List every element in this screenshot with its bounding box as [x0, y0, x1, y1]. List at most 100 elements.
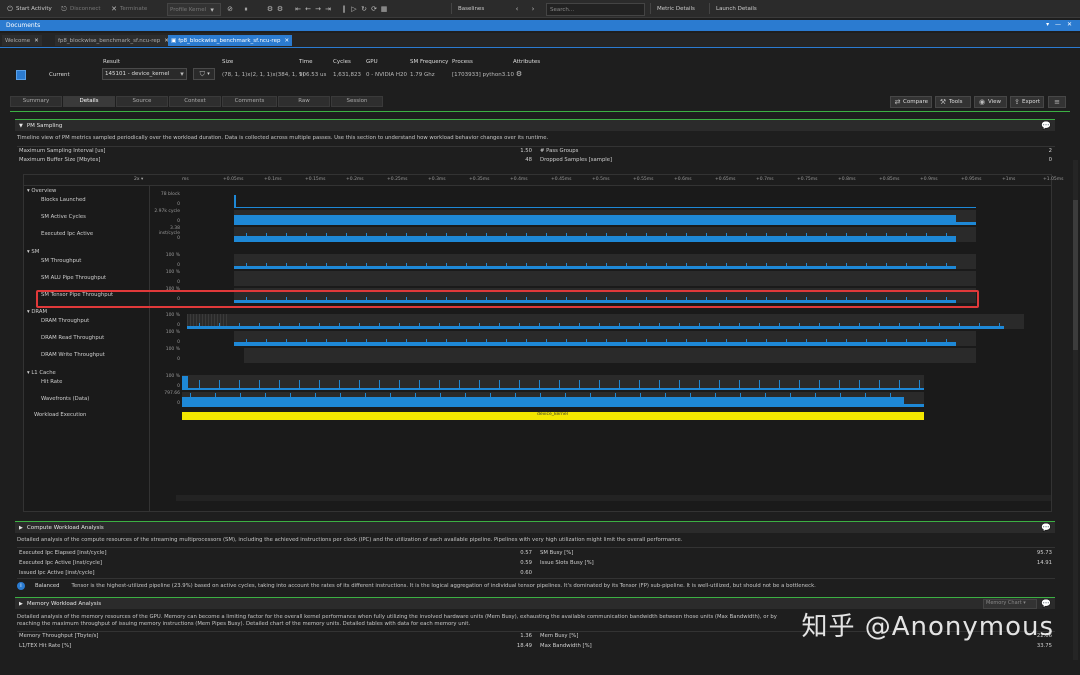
close-icon[interactable]: ✕	[34, 38, 39, 44]
pm-sampling-header[interactable]: ▼ PM Sampling 💬	[15, 119, 1055, 131]
tab-welcome[interactable]: Welcome ✕	[2, 35, 42, 46]
minimize-icon[interactable]: —	[1055, 21, 1061, 28]
timeline-spike	[746, 233, 747, 236]
timeline-spike	[390, 393, 391, 407]
timeline-spike	[859, 323, 860, 326]
timeline-tick: +1ms	[1002, 177, 1016, 182]
tools-button[interactable]: ⚒ Tools	[935, 96, 971, 108]
hamburger-menu-button[interactable]: ≡	[1048, 96, 1066, 108]
prev-icon[interactable]: ←	[304, 5, 312, 13]
view-button[interactable]: ◉ View	[974, 96, 1007, 108]
timeline-spike	[459, 380, 460, 390]
tab-comments[interactable]: Comments	[222, 96, 277, 107]
first-icon[interactable]: ⇤	[294, 5, 302, 13]
filter-button[interactable]: ⛉ ▾	[193, 68, 215, 80]
tab-summary[interactable]: Summary	[10, 96, 62, 107]
time-value: 906.53 us	[299, 72, 327, 78]
step-icon[interactable]: ⚙	[266, 5, 274, 13]
zoom-level[interactable]: 2x ▾	[134, 177, 143, 182]
timeline-spike	[566, 233, 567, 236]
timeline-spike	[215, 393, 216, 407]
pause-icon[interactable]: ⏸	[242, 5, 250, 13]
timeline-spike	[499, 380, 500, 390]
timeline-spike	[319, 380, 320, 390]
timeline-row-workload: Workload Execution	[34, 412, 87, 418]
timeline-spike	[739, 323, 740, 326]
timeline-spike	[619, 323, 620, 326]
export-button[interactable]: ⇪ Export	[1010, 96, 1044, 108]
comment-icon[interactable]: 💬	[1041, 523, 1051, 532]
timeline-spike	[546, 339, 547, 342]
process-label: Process	[452, 59, 473, 65]
timeline-tick: +0.65ms	[715, 177, 736, 182]
close-icon[interactable]: ✕	[284, 38, 289, 44]
refresh-icon[interactable]: ⟳	[370, 5, 378, 13]
timeline-spike	[506, 233, 507, 236]
workload-execution-bar[interactable]: device_kernel	[182, 412, 924, 420]
timeline-tick: +0.8ms	[838, 177, 856, 182]
profile-kernel-dropdown[interactable]: Profile Kernel ▾	[167, 3, 221, 16]
tab-context[interactable]: Context	[169, 96, 221, 107]
timeline-spike	[506, 339, 507, 342]
timeline-spike	[366, 339, 367, 342]
result-select[interactable]: 145101 - device_kernel ▾	[102, 68, 187, 80]
timeline-horizontal-scrollbar[interactable]	[176, 495, 1051, 501]
disconnect-button[interactable]: ⎋ Disconnect	[60, 3, 100, 14]
timeline-spike	[426, 233, 427, 236]
tab-raw[interactable]: Raw	[278, 96, 330, 107]
grid-icon[interactable]: ▦	[380, 5, 388, 13]
timeline-ruler[interactable]: 2x ▾ ms +0.05ms +0.1ms +0.15ms +0.2ms +0.25ms…	[24, 175, 1064, 186]
timeline-spike	[286, 263, 287, 266]
timeline-row-min: 0	[177, 236, 180, 241]
terminate-button[interactable]: ✕ Terminate	[110, 3, 147, 14]
launch-details-button[interactable]: Launch Details	[716, 3, 757, 14]
timeline-spike	[306, 263, 307, 266]
max-bandwidth-value: 33.75	[1036, 643, 1052, 649]
tab-details[interactable]: Details	[63, 96, 115, 107]
resume-icon[interactable]: ▷	[350, 5, 358, 13]
timeline-spike	[765, 393, 766, 407]
sm-busy-value: 95.73	[1036, 550, 1052, 556]
chevron-left-icon[interactable]: ‹	[513, 5, 521, 13]
timeline-spike	[826, 263, 827, 266]
timeline-tick: +0.45ms	[551, 177, 572, 182]
metric-details-button[interactable]: Metric Details	[657, 3, 695, 14]
tab-report-2[interactable]: ▣ fp8_blockwise_benchmark_sf.ncu-rep ✕	[168, 35, 293, 46]
last-icon[interactable]: ⇥	[324, 5, 332, 13]
tab-report-1[interactable]: fp8_blockwise_benchmark_sf.ncu-rep ✕	[55, 35, 172, 46]
next-icon[interactable]: →	[314, 5, 322, 13]
timeline-group-l1: ▾ L1 Cache	[27, 370, 56, 376]
timeline-spike	[866, 263, 867, 266]
menu-icon[interactable]: ▾	[1046, 21, 1049, 28]
reload-icon[interactable]: ↻	[360, 5, 368, 13]
timeline-tick: +0.05ms	[223, 177, 244, 182]
step-over-icon[interactable]: ⚙	[276, 5, 284, 13]
timeline-spike	[726, 233, 727, 236]
pm-sampling-timeline[interactable]: 2x ▾ ms +0.05ms +0.1ms +0.15ms +0.2ms +0.25ms…	[23, 174, 1064, 512]
close-icon[interactable]: ✕	[1067, 21, 1072, 28]
search-input[interactable]: Search...	[546, 3, 645, 16]
tab-source[interactable]: Source	[116, 96, 168, 107]
timeline-spike	[439, 380, 440, 390]
comment-icon[interactable]: 💬	[1041, 121, 1051, 130]
compare-icon: ⇄	[894, 98, 901, 106]
pause-all-icon[interactable]: ‖	[340, 5, 348, 13]
gear-icon[interactable]: ⚙	[515, 70, 523, 78]
compare-button[interactable]: ⇄ Compare	[890, 96, 932, 108]
timeline-spike	[290, 393, 291, 407]
baselines-button[interactable]: Baselines	[458, 3, 484, 14]
chevron-right-icon[interactable]: ›	[529, 5, 537, 13]
tab-session[interactable]: Session	[331, 96, 383, 107]
timeline-spike	[619, 380, 620, 390]
start-activity-button[interactable]: ⏻ Start Activity	[6, 3, 52, 14]
vertical-scrollbar[interactable]	[1073, 160, 1078, 660]
timeline-spike	[306, 233, 307, 236]
stop-icon[interactable]: ⊘	[226, 5, 234, 13]
max-interval-value: 1.50	[520, 148, 532, 154]
timeline-spike	[659, 380, 660, 390]
timeline-spike	[519, 380, 520, 390]
timeline-spike	[659, 323, 660, 326]
timeline-spike	[999, 323, 1000, 326]
timeline-spike	[626, 233, 627, 236]
compute-workload-header[interactable]: ▶ Compute Workload Analysis 💬	[15, 521, 1055, 533]
